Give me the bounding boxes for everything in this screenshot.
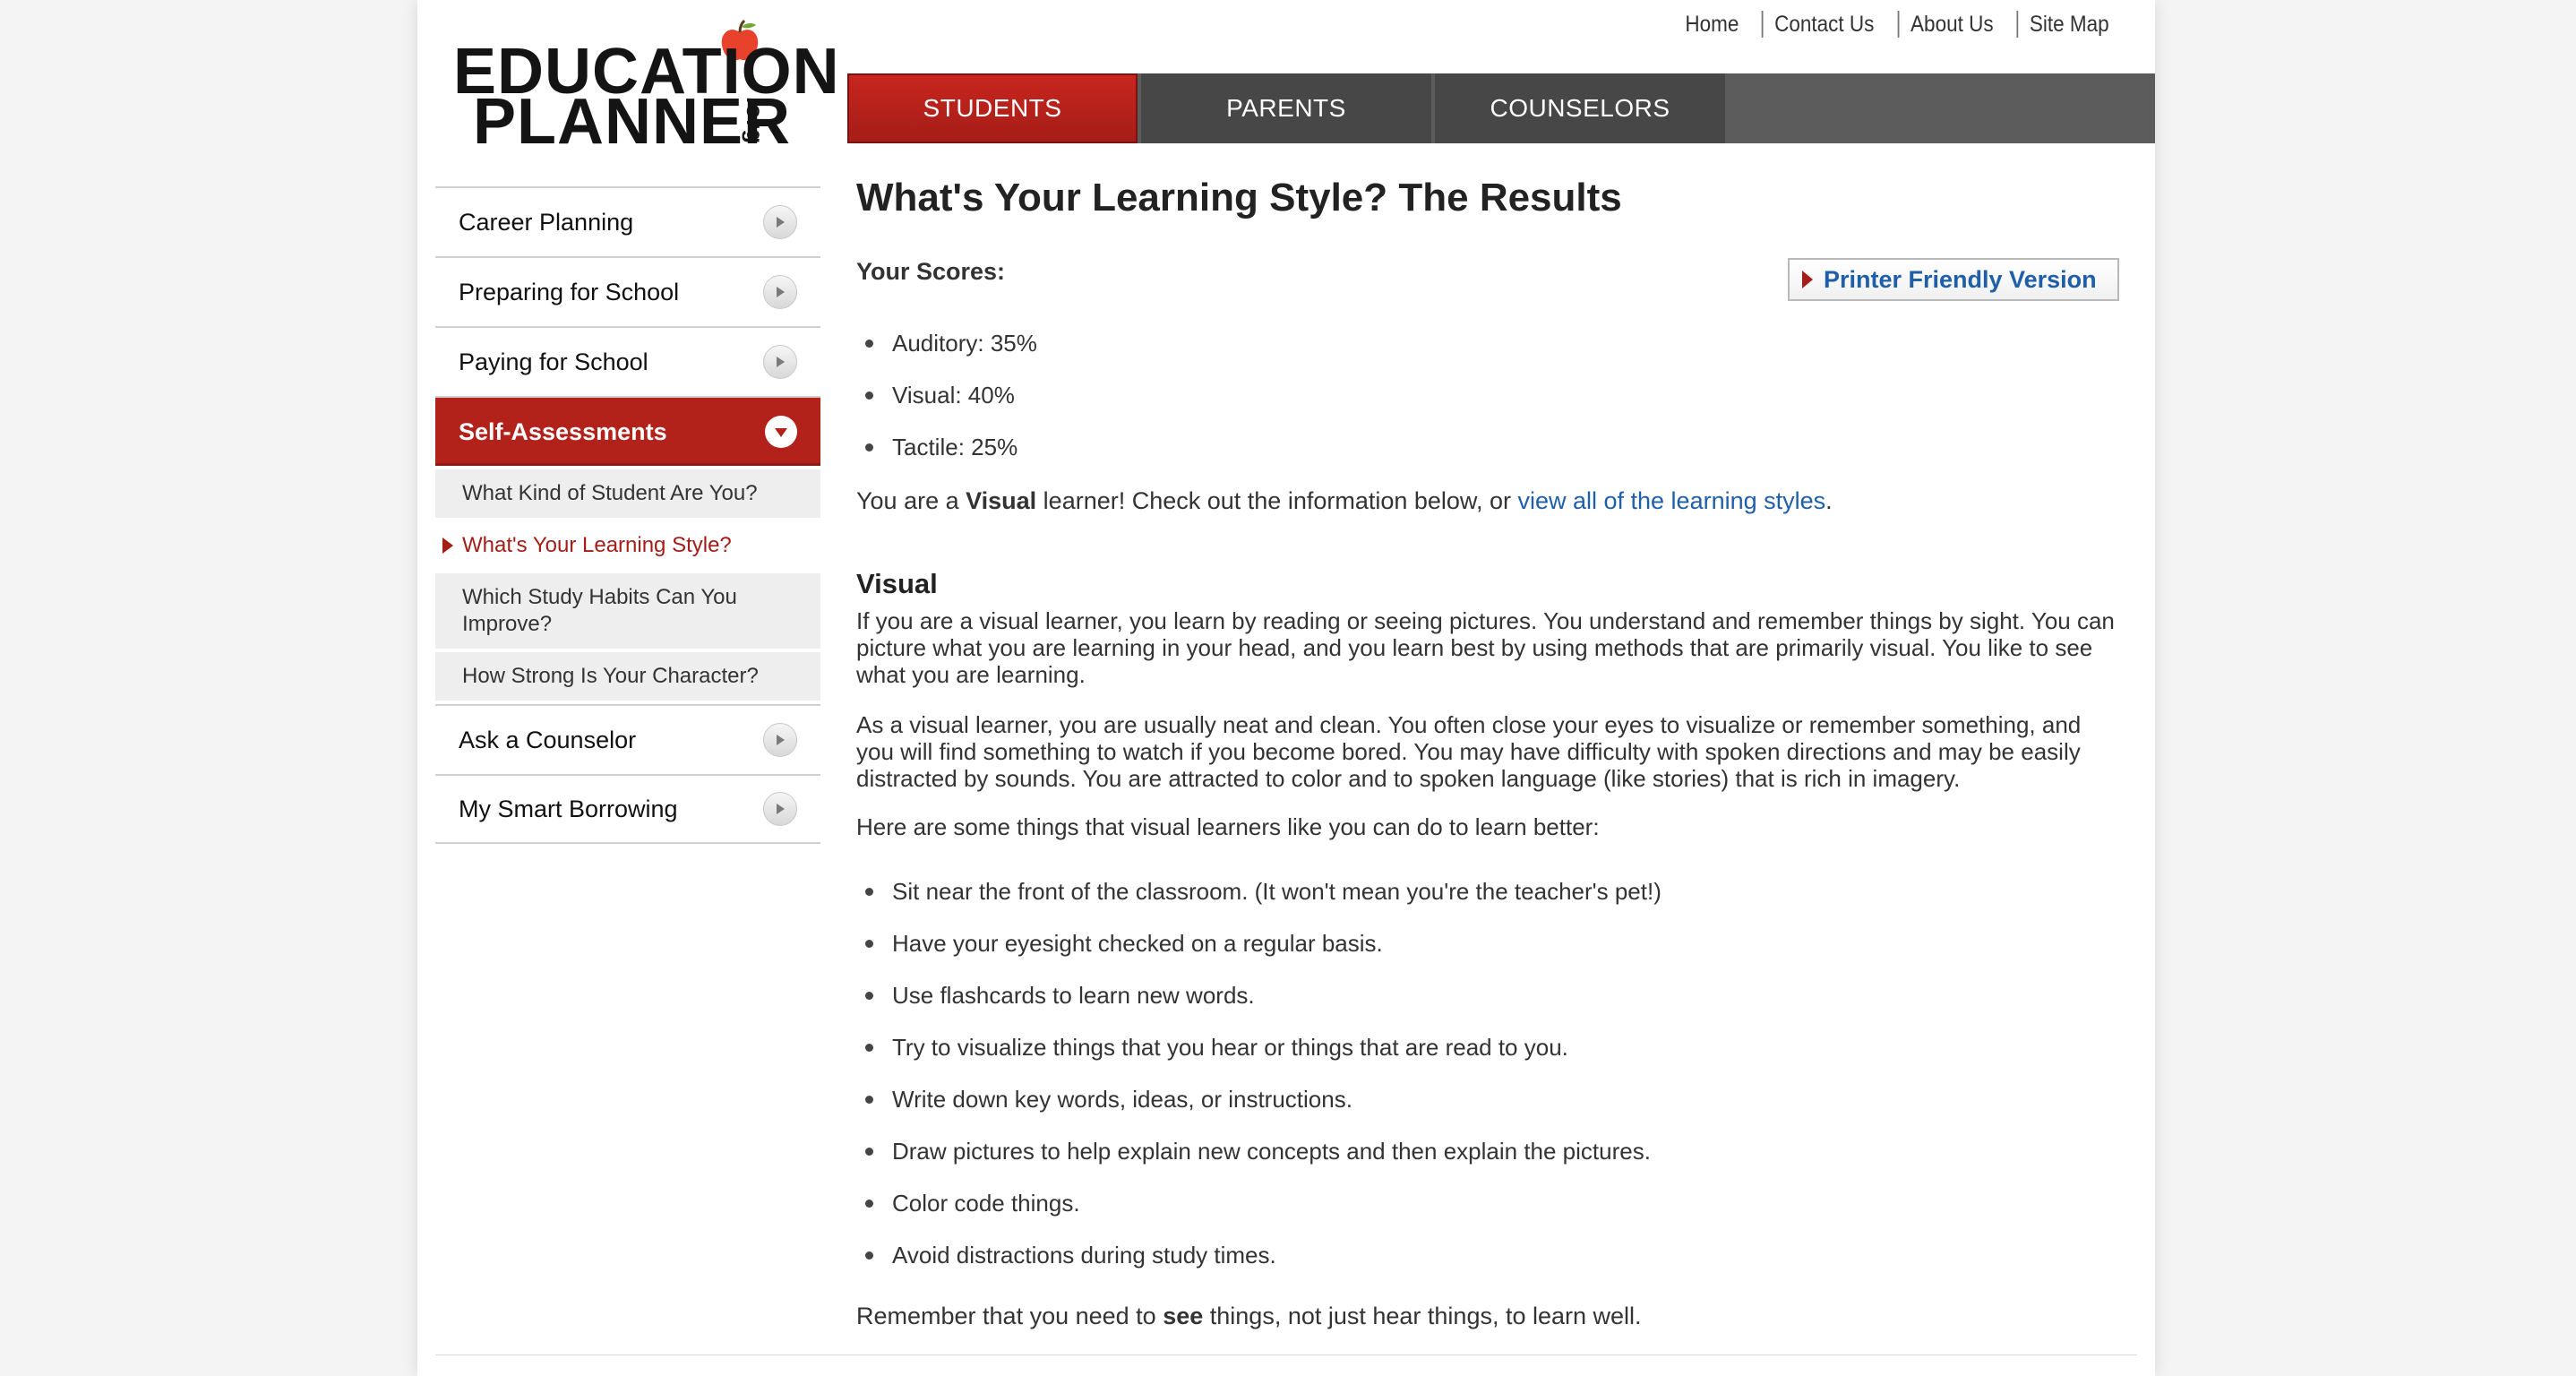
site-logo[interactable]: EDUCATION PLANNER .org — [453, 13, 839, 156]
util-link-home[interactable]: Home — [1674, 11, 1750, 38]
sidebar-item-career-planning[interactable]: Career Planning — [435, 186, 820, 256]
logo-suffix: .org — [742, 97, 769, 145]
tip-item: Avoid distractions during study times. — [856, 1229, 1662, 1281]
scores-list: Auditory: 35% Visual: 40% Tactile: 25% — [856, 317, 1037, 473]
tip-item: Have your eyesight checked on a regular … — [856, 917, 1662, 969]
sidebar-item-label: Self-Assessments — [459, 417, 667, 445]
chevron-right-icon — [763, 345, 797, 379]
util-link-contact[interactable]: Contact Us — [1761, 11, 1885, 38]
sidebar-item-paying-for-school[interactable]: Paying for School — [435, 326, 820, 396]
closing-suffix: things, not just hear things, to learn w… — [1203, 1303, 1642, 1329]
result-style: Visual — [966, 487, 1037, 514]
chevron-right-icon — [763, 723, 797, 757]
current-page-marker-icon — [442, 538, 453, 554]
tip-item: Color code things. — [856, 1177, 1662, 1229]
score-item: Auditory: 35% — [856, 317, 1037, 369]
tab-counselors[interactable]: COUNSELORS — [1435, 73, 1725, 143]
sidebar-item-my-smart-borrowing[interactable]: My Smart Borrowing — [435, 774, 820, 844]
sidebar-subitem-learning-style[interactable]: What's Your Learning Style? — [435, 521, 820, 570]
page-title: What's Your Learning Style? The Results — [856, 176, 1622, 219]
printer-friendly-button[interactable]: Printer Friendly Version — [1788, 258, 2119, 301]
view-all-styles-link[interactable]: view all of the learning styles — [1517, 487, 1825, 514]
paragraph-tips-intro: Here are some things that visual learner… — [856, 813, 1600, 840]
chevron-right-icon — [763, 792, 797, 826]
tab-parents[interactable]: PARENTS — [1141, 73, 1431, 143]
main-content: What's Your Learning Style? The Results … — [856, 176, 2119, 1329]
sidebar-item-label: My Smart Borrowing — [459, 795, 678, 822]
tip-item: Try to visualize things that you hear or… — [856, 1021, 1662, 1073]
footer-divider — [435, 1354, 2137, 1355]
score-item: Visual: 40% — [856, 369, 1037, 421]
sidebar-nav: Career Planning Preparing for School Pay… — [435, 186, 820, 844]
util-link-about[interactable]: About Us — [1898, 11, 2005, 38]
tip-item: Use flashcards to learn new words. — [856, 969, 1662, 1021]
scores-label: Your Scores: — [856, 258, 1006, 285]
tab-students[interactable]: STUDENTS — [847, 73, 1138, 143]
sidebar-item-preparing-for-school[interactable]: Preparing for School — [435, 256, 820, 326]
paragraph-intro: If you are a visual learner, you learn b… — [856, 607, 2115, 688]
paragraph-traits: As a visual learner, you are usually nea… — [856, 711, 2082, 792]
arrow-right-icon — [1802, 271, 1813, 288]
sidebar-item-label: Preparing for School — [459, 278, 680, 305]
sidebar-subitem-student-type[interactable]: What Kind of Student Are You? — [435, 469, 820, 518]
sidebar-subitem-label: What's Your Learning Style? — [462, 533, 732, 557]
chevron-right-icon — [763, 205, 797, 239]
chevron-down-icon — [765, 416, 797, 448]
score-item: Tactile: 25% — [856, 421, 1037, 473]
section-heading: Visual — [856, 568, 938, 599]
tips-list: Sit near the front of the classroom. (It… — [856, 865, 1662, 1281]
result-prefix: You are a — [856, 487, 966, 514]
sidebar-item-label: Ask a Counselor — [459, 726, 637, 753]
main-nav: STUDENTS PARENTS COUNSELORS — [847, 73, 2155, 143]
sidebar-item-self-assessments[interactable]: Self-Assessments — [435, 396, 820, 466]
result-statement: You are a Visual learner! Check out the … — [856, 487, 1833, 515]
printer-friendly-label: Printer Friendly Version — [1824, 265, 2097, 293]
tip-item: Sit near the front of the classroom. (It… — [856, 865, 1662, 917]
tip-item: Draw pictures to help explain new concep… — [856, 1125, 1662, 1177]
closing-bold: see — [1163, 1303, 1204, 1329]
util-link-sitemap[interactable]: Site Map — [2016, 11, 2121, 38]
closing-statement: Remember that you need to see things, no… — [856, 1303, 1642, 1330]
chevron-right-icon — [763, 275, 797, 309]
sidebar-item-ask-a-counselor[interactable]: Ask a Counselor — [435, 704, 820, 774]
result-middle: learner! Check out the information below… — [1036, 487, 1518, 514]
closing-prefix: Remember that you need to — [856, 1303, 1163, 1329]
tip-item: Write down key words, ideas, or instruct… — [856, 1073, 1662, 1125]
sidebar-item-label: Paying for School — [459, 348, 648, 375]
sidebar-subitem-character[interactable]: How Strong Is Your Character? — [435, 652, 820, 701]
result-suffix: . — [1825, 487, 1833, 514]
sidebar-item-label: Career Planning — [459, 208, 634, 236]
page-wrapper: EDUCATION PLANNER .org Home Contact Us A… — [417, 0, 2155, 1376]
utility-nav: Home Contact Us About Us Site Map — [1670, 11, 2126, 38]
sidebar-subitem-study-habits[interactable]: Which Study Habits Can You Improve? — [435, 573, 820, 649]
